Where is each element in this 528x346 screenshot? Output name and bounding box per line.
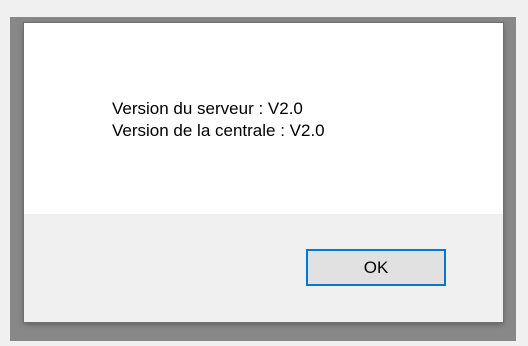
dialog-message: Version du serveur : V2.0 Version de la … [112, 98, 325, 142]
screen: Version du serveur : V2.0 Version de la … [0, 0, 528, 346]
server-version-text: Version du serveur : V2.0 [112, 99, 303, 118]
dialog-footer: OK [24, 214, 503, 322]
message-dialog: Version du serveur : V2.0 Version de la … [24, 23, 503, 322]
central-version-text: Version de la centrale : V2.0 [112, 121, 325, 140]
dialog-content: Version du serveur : V2.0 Version de la … [24, 23, 503, 214]
ok-button[interactable]: OK [306, 249, 446, 286]
